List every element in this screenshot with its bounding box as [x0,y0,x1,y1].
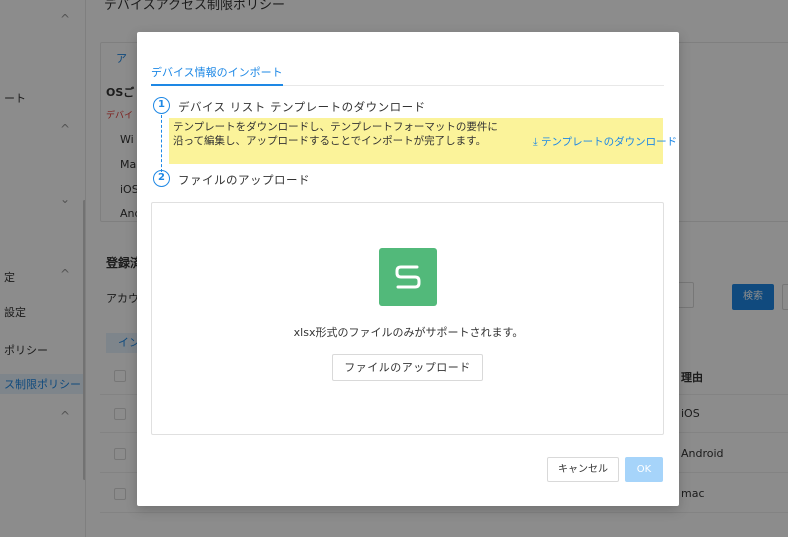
ok-button[interactable]: OK [625,457,663,482]
template-note-text: テンプレートをダウンロードし、テンプレートフォーマットの要件に沿って編集し、アッ… [173,121,498,147]
file-drop-zone[interactable]: xlsx形式のファイルのみがサポートされます。 ファイルのアップロード [151,202,664,435]
step-2-title: ファイルのアップロード [178,173,310,187]
spreadsheet-icon [379,248,437,306]
tab-import-device-info[interactable]: デバイス情報のインポート [151,64,283,80]
step-1-indicator: 1 [153,97,170,114]
step-connector [161,115,162,172]
tab-active-indicator [151,84,283,86]
template-note: テンプレートをダウンロードし、テンプレートフォーマットの要件に沿って編集し、アッ… [169,118,677,164]
download-icon: ⤓ [533,136,538,148]
upload-file-button[interactable]: ファイルのアップロード [332,354,483,381]
file-format-hint: xlsx形式のファイルのみがサポートされます。 [293,326,524,339]
step-1-title: デバイス リスト テンプレートのダウンロード [178,100,426,114]
import-dialog: デバイス情報のインポート 1 デバイス リスト テンプレートのダウンロード テン… [137,32,679,506]
step-2-indicator: 2 [153,170,170,187]
download-template-link[interactable]: ⤓ テンプレートのダウンロード [533,134,677,149]
cancel-button[interactable]: キャンセル [547,457,619,482]
download-template-label: テンプレートのダウンロード [541,136,678,148]
